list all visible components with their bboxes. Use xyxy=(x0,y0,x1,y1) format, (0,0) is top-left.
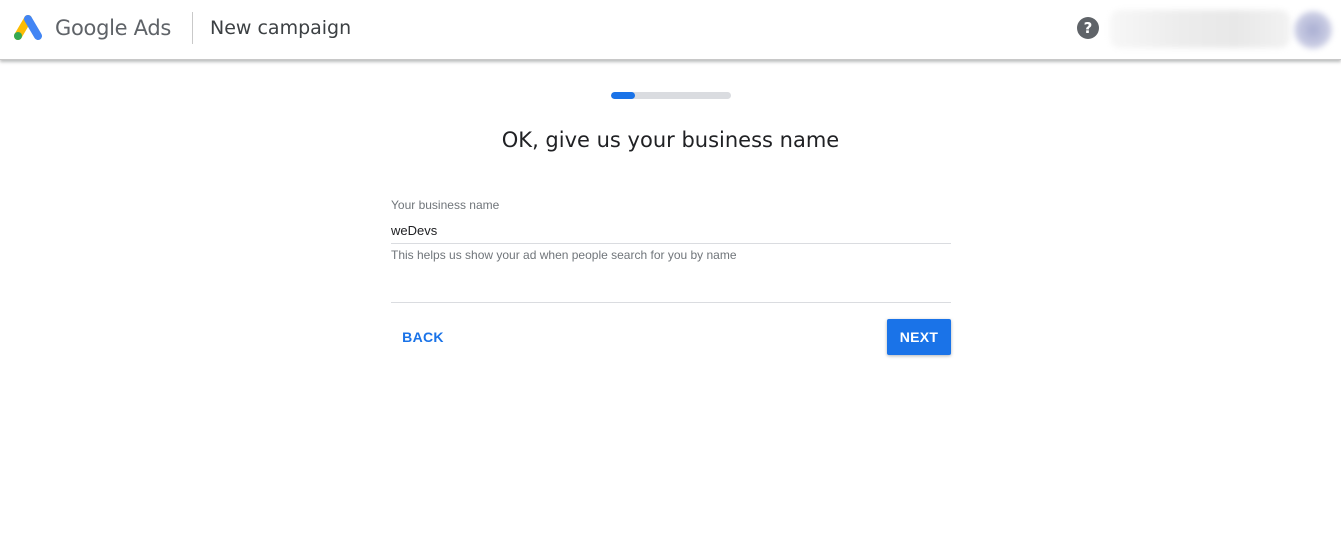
section-divider xyxy=(391,302,951,303)
help-icon[interactable]: ? xyxy=(1077,17,1099,39)
progress-bar xyxy=(611,92,731,99)
top-app-bar: Google Ads New campaign ? xyxy=(0,0,1341,60)
google-ads-logo-icon[interactable] xyxy=(12,14,44,42)
progress-fill xyxy=(611,92,635,99)
business-name-helper-text: This helps us show your ad when people s… xyxy=(391,248,737,262)
page-title: New campaign xyxy=(210,17,352,39)
next-button[interactable]: NEXT xyxy=(887,319,951,355)
business-name-label: Your business name xyxy=(391,198,500,212)
business-name-input[interactable] xyxy=(391,218,951,244)
back-button[interactable]: BACK xyxy=(391,319,455,355)
avatar[interactable] xyxy=(1294,11,1332,49)
header-divider xyxy=(192,12,193,44)
brand-name: Google Ads xyxy=(55,16,171,40)
account-info[interactable] xyxy=(1110,10,1290,48)
step-heading: OK, give us your business name xyxy=(501,128,840,152)
